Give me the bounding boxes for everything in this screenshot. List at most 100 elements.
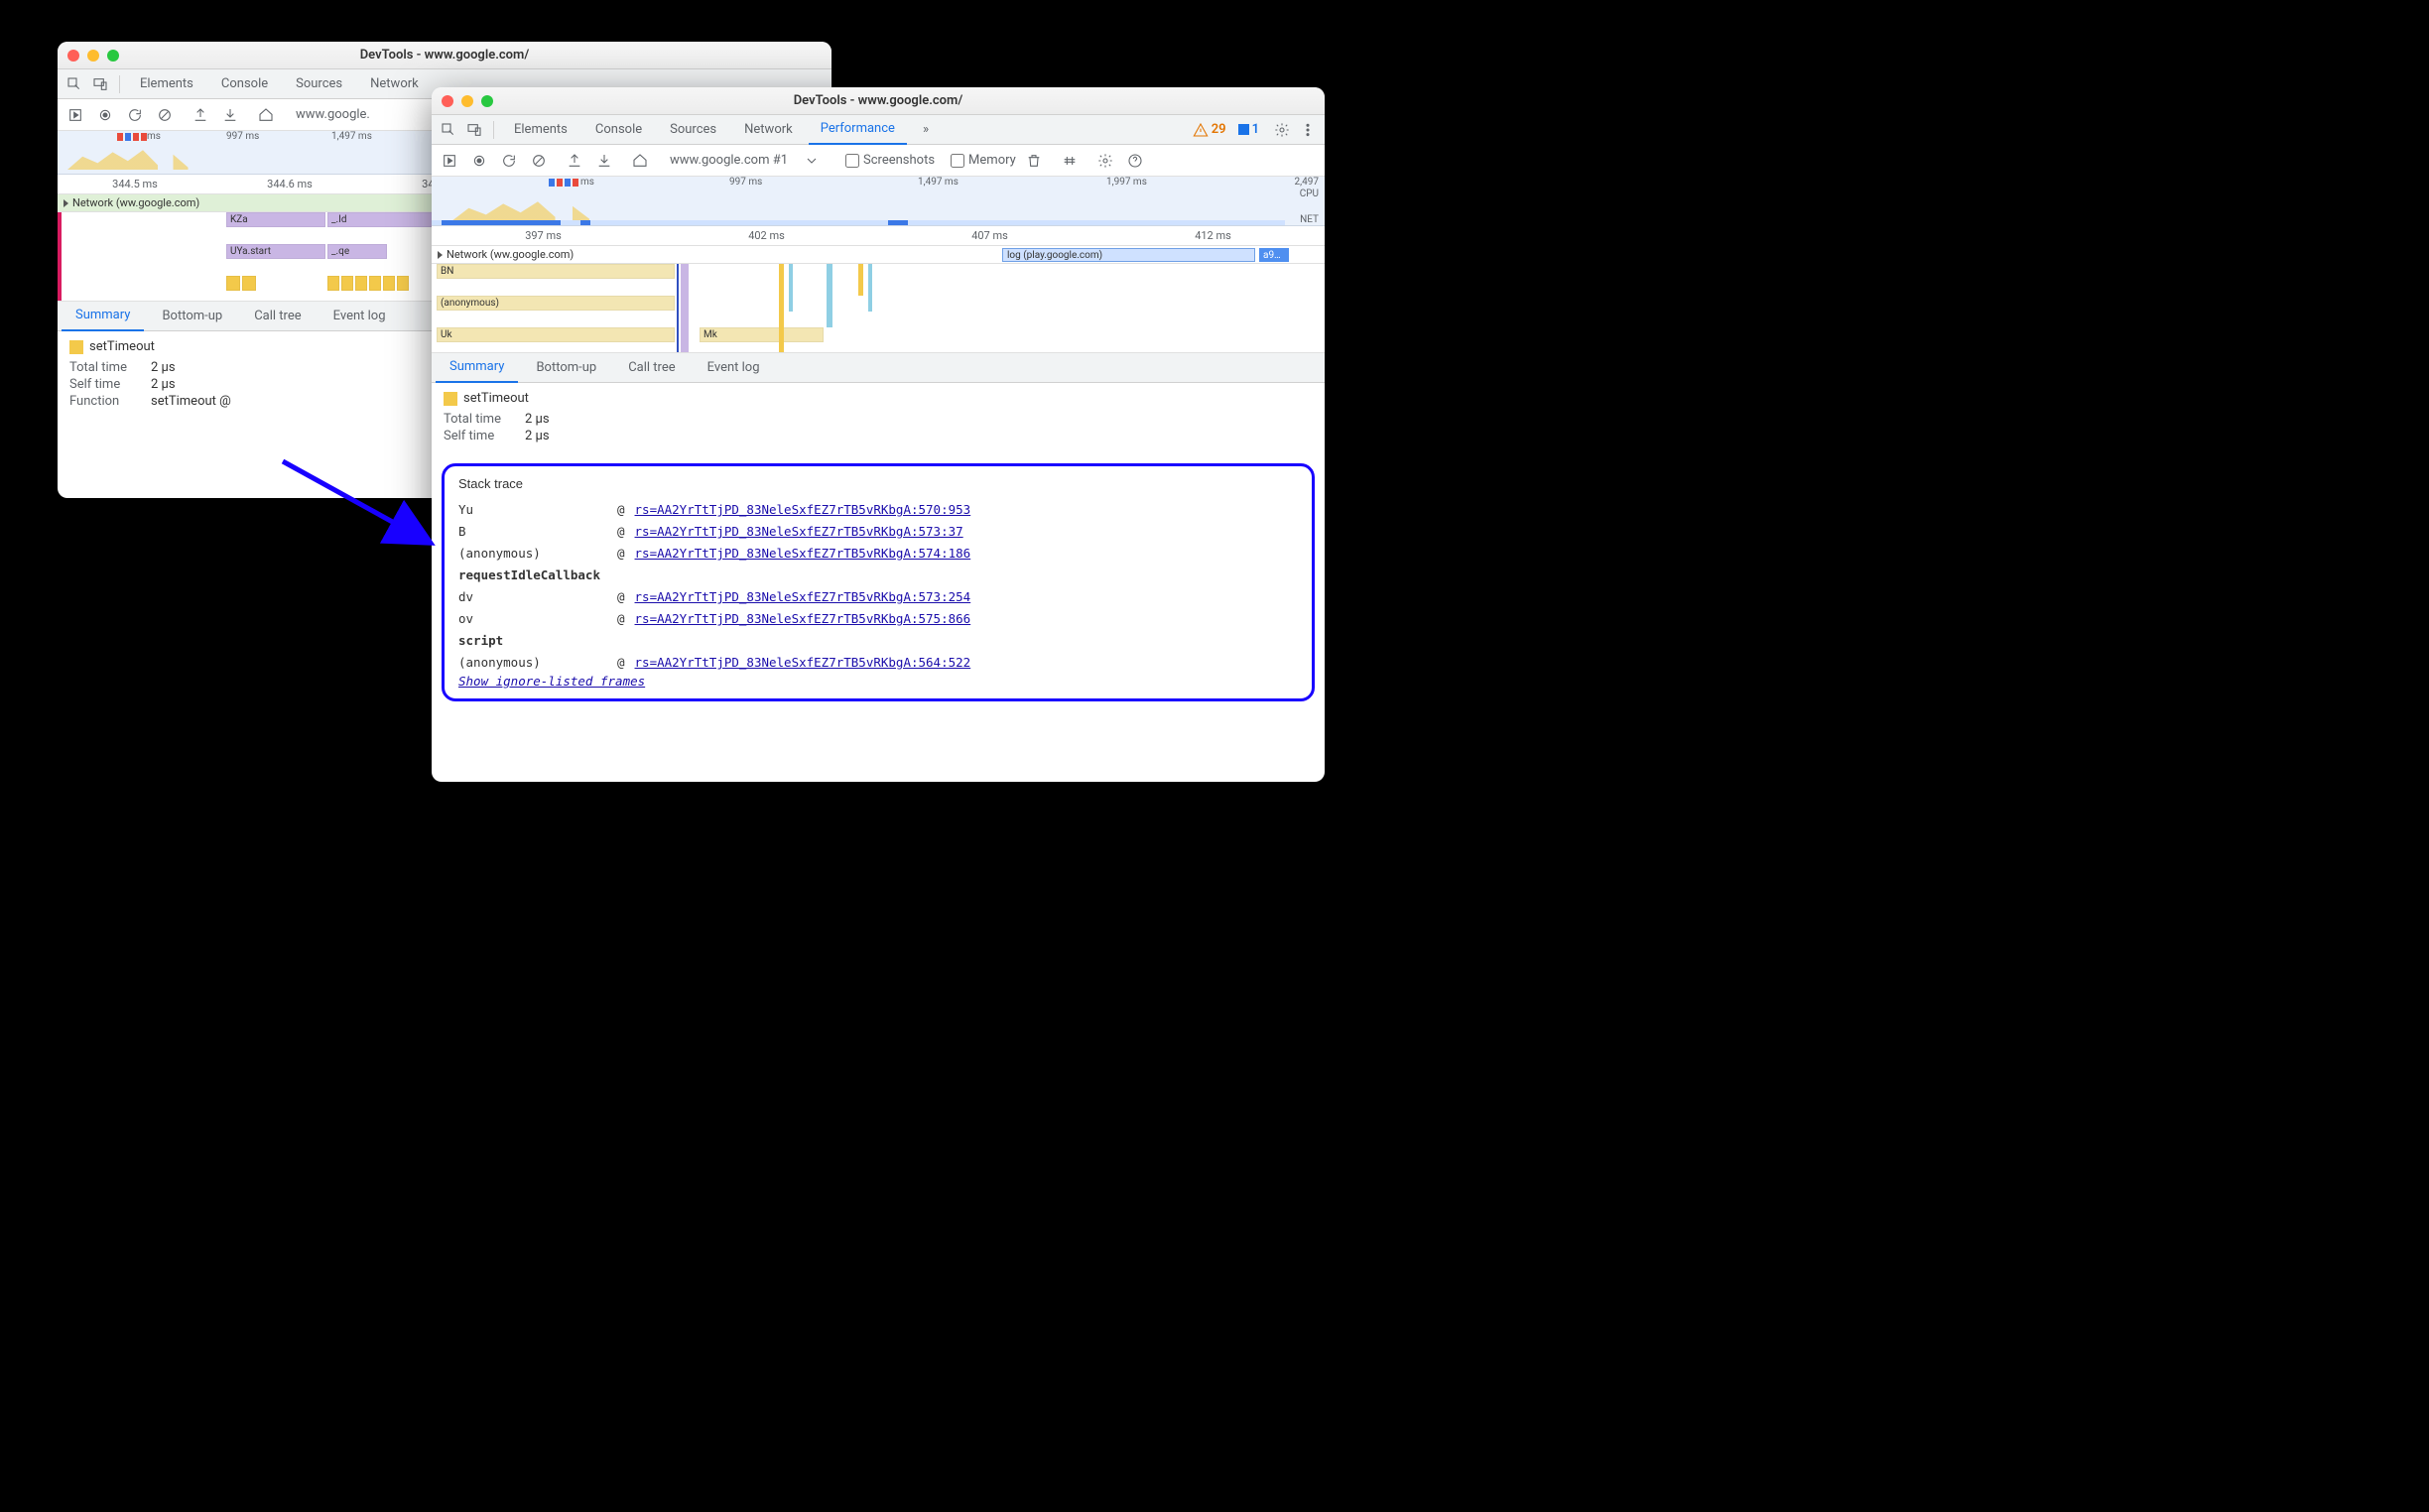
toggle-panel-icon[interactable] — [438, 149, 461, 173]
tab-elements[interactable]: Elements — [128, 69, 205, 99]
home-icon[interactable] — [628, 149, 652, 173]
close-icon[interactable] — [442, 95, 453, 107]
maximize-icon[interactable] — [107, 50, 119, 62]
tab-eventlog[interactable]: Event log — [320, 302, 400, 331]
tab-eventlog[interactable]: Event log — [694, 353, 774, 383]
reload-icon[interactable] — [497, 149, 521, 173]
close-icon[interactable] — [67, 50, 79, 62]
device-icon[interactable] — [463, 119, 485, 141]
window-title: DevTools - www.google.com/ — [442, 93, 1315, 108]
source-link[interactable]: rs=AA2YrTtTjPD_83NeleSxfEZ7rTB5vRKbgA:57… — [635, 586, 971, 608]
expand-icon[interactable] — [438, 251, 443, 259]
stack-frame: ov@rs=AA2YrTtTjPD_83NeleSxfEZ7rTB5vRKbgA… — [458, 608, 1298, 630]
cpu-wave — [451, 199, 1315, 221]
tab-console[interactable]: Console — [583, 115, 654, 145]
upload-icon[interactable] — [563, 149, 586, 173]
gc-icon[interactable] — [1022, 149, 1046, 173]
cpu-label: CPU — [1300, 189, 1319, 199]
record-icon[interactable] — [93, 103, 117, 127]
net-request[interactable]: log (play.google.com) — [1002, 248, 1255, 262]
record-icon[interactable] — [467, 149, 491, 173]
tab-sources[interactable]: Sources — [658, 115, 728, 145]
tick: 1,497 ms — [918, 177, 959, 188]
reload-icon[interactable] — [123, 103, 147, 127]
tab-summary[interactable]: Summary — [62, 302, 144, 331]
minimize-icon[interactable] — [87, 50, 99, 62]
flame-cell[interactable]: (anonymous) — [437, 296, 675, 311]
tab-network[interactable]: Network — [732, 115, 805, 145]
tab-sources[interactable]: Sources — [284, 69, 354, 99]
issue-icon — [1238, 124, 1249, 135]
tab-console[interactable]: Console — [209, 69, 280, 99]
flame-cell[interactable]: _.Id — [327, 212, 437, 227]
tick: 1,997 ms — [1106, 177, 1147, 188]
network-label: Network (ww.google.com) — [72, 196, 199, 209]
source-link[interactable]: rs=AA2YrTtTjPD_83NeleSxfEZ7rTB5vRKbgA:56… — [635, 652, 971, 674]
screenshots-checkbox[interactable]: Screenshots — [845, 153, 935, 168]
tab-network[interactable]: Network — [358, 69, 431, 99]
source-link[interactable]: rs=AA2YrTtTjPD_83NeleSxfEZ7rTB5vRKbgA:57… — [635, 521, 963, 543]
stack-frame: (anonymous)@rs=AA2YrTtTjPD_83NeleSxfEZ7r… — [458, 652, 1298, 674]
stack-frame: dv@rs=AA2YrTtTjPD_83NeleSxfEZ7rTB5vRKbgA… — [458, 586, 1298, 608]
home-icon[interactable] — [254, 103, 278, 127]
warnings-badge[interactable]: 29 — [1193, 122, 1226, 138]
flame-cell[interactable]: Mk — [700, 327, 824, 342]
tab-more[interactable]: » — [911, 115, 941, 145]
toggle-panel-icon[interactable] — [64, 103, 87, 127]
stack-trace-panel: Stack trace Yu@rs=AA2YrTtTjPD_83NeleSxfE… — [442, 463, 1315, 701]
source-link[interactable]: rs=AA2YrTtTjPD_83NeleSxfEZ7rTB5vRKbgA:57… — [635, 499, 971, 521]
download-icon[interactable] — [592, 149, 616, 173]
tab-performance[interactable]: Performance — [809, 115, 907, 145]
flame-chart[interactable]: BN (anonymous) Uk hzhz Mk S h BN — [432, 264, 1325, 353]
overview-minimap[interactable]: ms 997 ms 1,497 ms 1,997 ms 2,497 CPU NE… — [432, 177, 1325, 226]
flame-cell[interactable]: KZa — [226, 212, 325, 227]
show-ignored-frames-link[interactable]: Show ignore-listed frames — [458, 674, 1298, 689]
stack-frame: Yu@rs=AA2YrTtTjPD_83NeleSxfEZ7rTB5vRKbgA… — [458, 499, 1298, 521]
tick: 2,497 — [1295, 177, 1319, 188]
device-icon[interactable] — [89, 73, 111, 95]
tick: 997 ms — [729, 177, 762, 188]
inspect-icon[interactable] — [64, 73, 85, 95]
time-ruler: 397 ms 402 ms 407 ms 412 ms — [432, 226, 1325, 246]
net-request[interactable]: a9… — [1259, 248, 1289, 262]
network-row[interactable]: Network (ww.google.com) log (play.google… — [432, 246, 1325, 264]
flame-cell[interactable]: BN — [437, 264, 675, 279]
more-icon[interactable] — [1297, 119, 1319, 141]
clear-icon[interactable] — [527, 149, 551, 173]
flame-cell[interactable]: UYa.start — [226, 244, 325, 259]
summary-body: setTimeout Total time2 μs Self time2 μs — [432, 383, 1325, 453]
network-label: Network (ww.google.com) — [447, 248, 574, 261]
help-icon[interactable] — [1123, 149, 1147, 173]
tab-summary[interactable]: Summary — [436, 353, 518, 383]
settings-icon[interactable] — [1271, 119, 1293, 141]
flame-cell[interactable]: _.qe — [327, 244, 387, 259]
traffic-lights — [67, 50, 119, 62]
download-icon[interactable] — [218, 103, 242, 127]
devtools-window-front: DevTools - www.google.com/ Elements Cons… — [432, 87, 1325, 782]
source-link[interactable]: rs=AA2YrTtTjPD_83NeleSxfEZ7rTB5vRKbgA:57… — [635, 608, 971, 630]
stack-frame: B@rs=AA2YrTtTjPD_83NeleSxfEZ7rTB5vRKbgA:… — [458, 521, 1298, 543]
stack-group: requestIdleCallback — [458, 565, 1298, 586]
clear-icon[interactable] — [153, 103, 177, 127]
titlebar[interactable]: DevTools - www.google.com/ — [58, 42, 831, 69]
issues-badge[interactable]: 1 — [1238, 122, 1259, 137]
memory-checkbox[interactable]: Memory — [951, 153, 1016, 168]
minimize-icon[interactable] — [461, 95, 473, 107]
tab-bottomup[interactable]: Bottom-up — [148, 302, 236, 331]
expand-icon[interactable] — [64, 199, 68, 207]
upload-icon[interactable] — [189, 103, 212, 127]
recording-select[interactable]: www.google.com #1 — [664, 153, 794, 168]
source-link[interactable]: rs=AA2YrTtTjPD_83NeleSxfEZ7rTB5vRKbgA:57… — [635, 543, 971, 565]
tab-calltree[interactable]: Call tree — [614, 353, 689, 383]
titlebar[interactable]: DevTools - www.google.com/ — [432, 87, 1325, 115]
shortcuts-icon[interactable] — [1058, 149, 1082, 173]
tab-calltree[interactable]: Call tree — [240, 302, 315, 331]
settings-icon[interactable] — [1093, 149, 1117, 173]
maximize-icon[interactable] — [481, 95, 493, 107]
tab-elements[interactable]: Elements — [502, 115, 579, 145]
event-name: setTimeout — [89, 339, 155, 354]
chevron-down-icon[interactable] — [800, 149, 824, 173]
tab-bottomup[interactable]: Bottom-up — [522, 353, 610, 383]
inspect-icon[interactable] — [438, 119, 459, 141]
detail-tabs: Summary Bottom-up Call tree Event log — [432, 353, 1325, 383]
